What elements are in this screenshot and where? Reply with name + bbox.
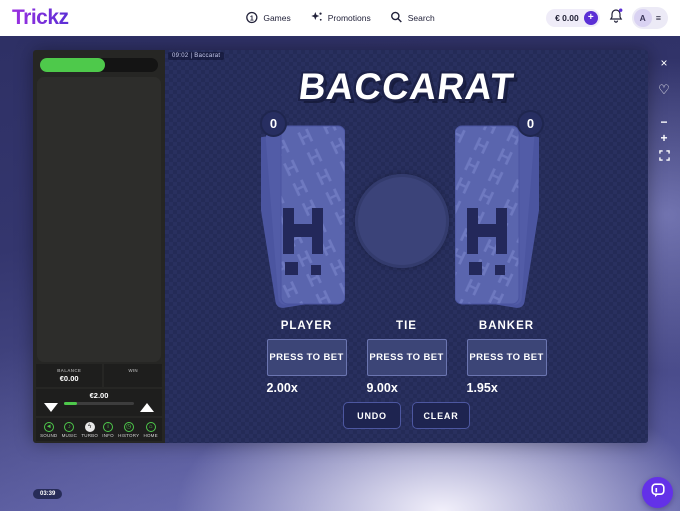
tie-multiplier: 9.00x — [367, 381, 447, 395]
svg-text:1: 1 — [250, 15, 254, 22]
home-icon: ⌂ — [146, 422, 156, 432]
dealing-circle — [355, 174, 449, 268]
favorite-heart-icon[interactable]: ♡ — [655, 81, 673, 99]
clear-button[interactable]: CLEAR — [412, 402, 470, 429]
banker-card-stack: H — [455, 122, 539, 308]
bet-amount-slider[interactable] — [64, 402, 134, 405]
tie-bet-column: TIE PRESS TO BET 9.00x — [367, 320, 447, 395]
clock-icon: ◷ — [124, 422, 134, 432]
tie-bet-label: TIE — [367, 320, 447, 332]
game-window: BALANCE €0.00 WIN €2.00 ◄ SOUND ♪ MUSIC — [33, 50, 648, 443]
sparkles-icon — [311, 11, 323, 25]
deposit-button[interactable]: + — [584, 11, 598, 25]
speaker-icon: ◄ — [44, 422, 54, 432]
turbo-button[interactable]: ϟ TURBO — [81, 422, 98, 438]
bet-amount-value: €2.00 — [36, 391, 162, 400]
tie-bet-button[interactable]: PRESS TO BET — [367, 339, 447, 376]
balance-label: BALANCE — [57, 368, 81, 373]
lightning-icon: ϟ — [85, 422, 95, 432]
nav-item-label: Search — [408, 13, 435, 23]
bet-amount-panel: €2.00 — [36, 389, 162, 416]
zoom-in-icon[interactable]: + — [655, 131, 673, 145]
info-button[interactable]: i INFO — [102, 422, 114, 438]
bet-spots-row: PLAYER PRESS TO BET 2.00x TIE PRESS TO B… — [165, 320, 648, 395]
nav-item-search[interactable]: Search — [391, 11, 435, 25]
win-cell: WIN — [104, 364, 162, 387]
balance-cell: BALANCE €0.00 — [36, 364, 102, 387]
music-note-icon: ♪ — [64, 422, 74, 432]
game-chip-icon: 1 — [245, 11, 258, 26]
card-back-art: H — [261, 122, 345, 308]
session-timer: 03:39 — [33, 489, 62, 499]
player-bet-button[interactable]: PRESS TO BET — [267, 339, 347, 376]
player-multiplier: 2.00x — [267, 381, 347, 395]
bell-icon — [609, 8, 623, 28]
brand-logo[interactable]: Trickz — [12, 6, 69, 30]
balance-win-row: BALANCE €0.00 WIN — [36, 364, 162, 387]
close-icon[interactable]: × — [655, 54, 673, 72]
game-field: 09:02 | Baccarat BACCARAT H — [165, 50, 648, 443]
nav-item-promotions[interactable]: Promotions — [311, 11, 371, 25]
banker-card-count-badge: 0 — [517, 110, 544, 137]
top-navbar: Trickz 1 Games Promotions Search € 0.00 … — [0, 0, 680, 36]
balance-amount: € 0.00 — [555, 13, 579, 23]
player-card-stack: H — [261, 122, 345, 308]
account-menu[interactable]: A ≡ — [632, 7, 668, 29]
avatar: A — [634, 9, 652, 27]
nav-item-label: Games — [263, 13, 290, 23]
banker-bet-column: BANKER PRESS TO BET 1.95x — [467, 320, 547, 395]
undo-button[interactable]: UNDO — [343, 402, 401, 429]
bet-slider-fill — [64, 402, 77, 405]
search-icon — [391, 11, 403, 25]
info-icon: i — [103, 422, 113, 432]
nav-menu: 1 Games Promotions Search — [245, 11, 434, 26]
chat-button[interactable] — [642, 477, 673, 508]
notifications-button[interactable] — [609, 8, 623, 28]
round-progress-bar — [40, 58, 158, 72]
bet-actions-row: UNDO CLEAR — [165, 402, 648, 429]
chat-bubble-icon — [650, 482, 666, 503]
music-button[interactable]: ♪ MUSIC — [62, 422, 78, 438]
player-bet-column: PLAYER PRESS TO BET 2.00x — [267, 320, 347, 395]
banker-bet-label: BANKER — [467, 320, 547, 332]
sidebar-toolbar: ◄ SOUND ♪ MUSIC ϟ TURBO i INFO ◷ HISTORY… — [36, 418, 162, 441]
banker-multiplier: 1.95x — [467, 381, 547, 395]
history-feed-panel — [37, 77, 161, 362]
game-title: BACCARAT — [162, 66, 648, 108]
bet-increase-button[interactable] — [140, 403, 154, 412]
balance-value: €0.00 — [60, 374, 79, 383]
progress-fill — [40, 58, 105, 72]
nav-item-games[interactable]: 1 Games — [245, 11, 290, 26]
zoom-out-icon[interactable]: − — [655, 115, 673, 129]
hamburger-icon: ≡ — [656, 13, 661, 23]
fullscreen-icon[interactable] — [655, 148, 673, 162]
player-card-count-badge: 0 — [260, 110, 287, 137]
win-label: WIN — [128, 368, 138, 373]
player-bet-label: PLAYER — [267, 320, 347, 332]
nav-item-label: Promotions — [328, 13, 371, 23]
home-button[interactable]: ⌂ HOME — [144, 422, 158, 438]
card-back-art: H — [455, 122, 539, 308]
game-sidebar: BALANCE €0.00 WIN €2.00 ◄ SOUND ♪ MUSIC — [33, 50, 165, 443]
history-button[interactable]: ◷ HISTORY — [118, 422, 139, 438]
window-controls: × ♡ − + — [653, 54, 675, 162]
nav-right-group: € 0.00 + A ≡ — [546, 7, 668, 29]
balance-pill[interactable]: € 0.00 + — [546, 9, 600, 27]
bet-decrease-button[interactable] — [44, 403, 58, 412]
sound-button[interactable]: ◄ SOUND — [40, 422, 57, 438]
banker-bet-button[interactable]: PRESS TO BET — [467, 339, 547, 376]
game-header-text: 09:02 | Baccarat — [168, 52, 224, 60]
